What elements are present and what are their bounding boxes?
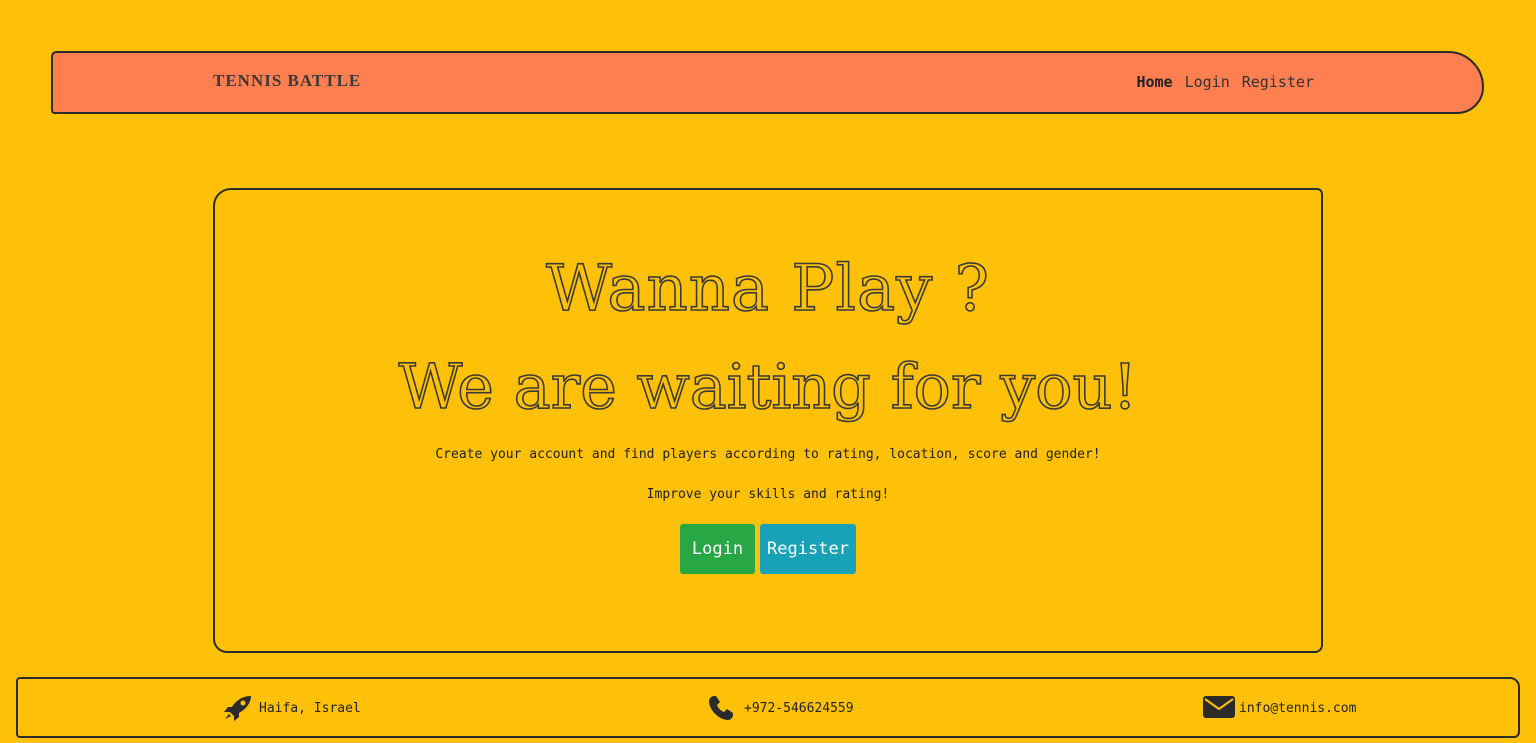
- nav-links: Home Login Register: [1136, 73, 1314, 91]
- brand-logo[interactable]: TENNIS BATTLE: [213, 71, 361, 91]
- hero-buttons: Login Register: [215, 524, 1321, 574]
- envelope-icon: [1203, 695, 1235, 721]
- footer-email-text[interactable]: info@tennis.com: [1239, 701, 1356, 716]
- hero-card: Wanna Play ? We are waiting for you! Cre…: [213, 188, 1323, 653]
- footer-location-text: Haifa, Israel: [259, 700, 361, 716]
- login-button[interactable]: Login: [680, 524, 755, 574]
- rocket-icon: [223, 695, 253, 721]
- nav-link-home[interactable]: Home: [1136, 73, 1172, 91]
- footer-phone: +972-546624559: [708, 695, 854, 721]
- nav-link-login[interactable]: Login: [1185, 73, 1230, 91]
- register-button[interactable]: Register: [760, 524, 856, 574]
- hero-headline-2: We are waiting for you!: [398, 349, 1138, 424]
- footer: Haifa, Israel +972-546624559 info@tennis…: [16, 677, 1520, 738]
- footer-email: info@tennis.com: [1203, 695, 1356, 721]
- hero-headline-1: Wanna Play ?: [545, 251, 990, 327]
- phone-icon: [708, 695, 738, 721]
- hero-description: Create your account and find players acc…: [435, 447, 1101, 462]
- navbar: TENNIS BATTLE Home Login Register: [51, 51, 1484, 114]
- footer-location: Haifa, Israel: [223, 695, 361, 721]
- footer-phone-text: +972-546624559: [744, 700, 854, 716]
- hero-subtext: Improve your skills and rating!: [646, 487, 890, 502]
- nav-link-register[interactable]: Register: [1242, 73, 1314, 91]
